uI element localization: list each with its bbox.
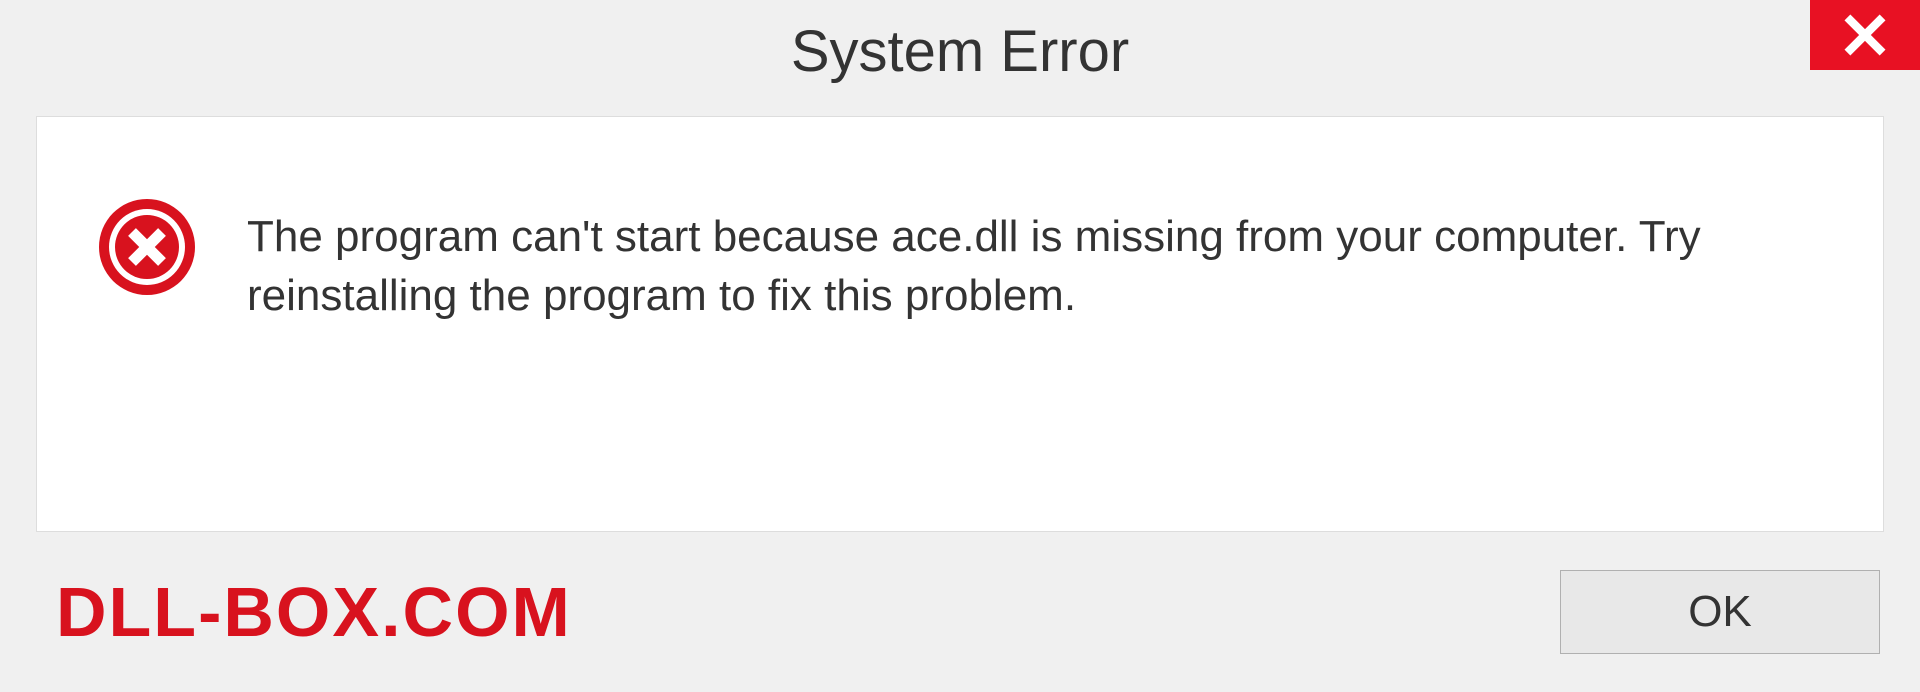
window-title: System Error (791, 18, 1129, 85)
error-dialog-window: System Error The program can't start bec… (0, 0, 1920, 692)
error-message-text: The program can't start because ace.dll … (247, 207, 1823, 326)
content-area: The program can't start because ace.dll … (0, 90, 1920, 692)
error-icon (97, 197, 197, 297)
watermark-text: DLL-BOX.COM (56, 572, 572, 652)
message-box: The program can't start because ace.dll … (36, 116, 1884, 532)
dialog-footer: DLL-BOX.COM OK (36, 532, 1884, 692)
titlebar: System Error (0, 0, 1920, 90)
close-icon (1843, 13, 1887, 57)
close-button[interactable] (1810, 0, 1920, 70)
ok-button[interactable]: OK (1560, 570, 1880, 654)
